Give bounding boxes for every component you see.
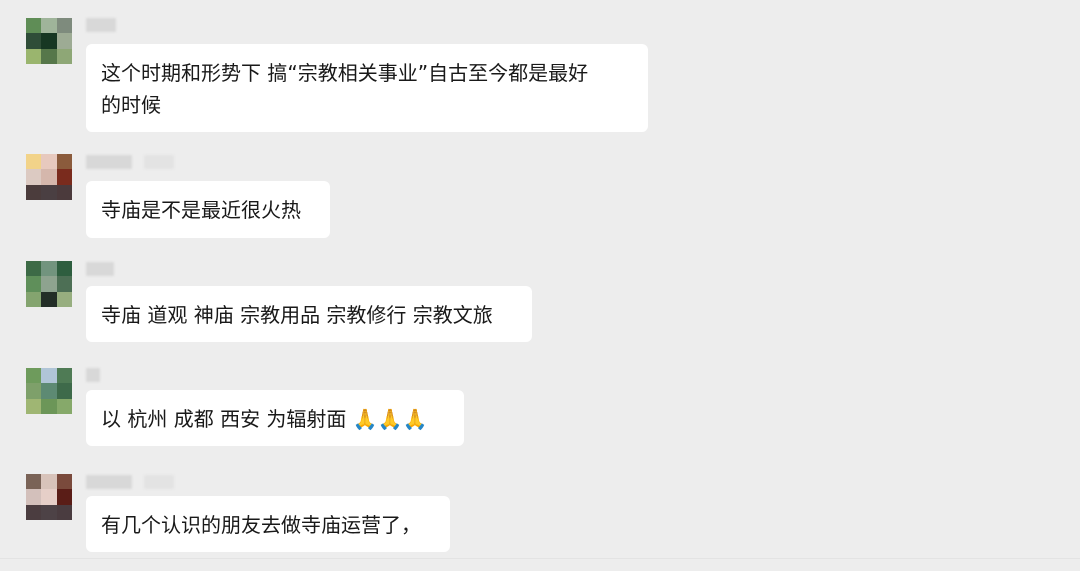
message-bubble[interactable]: 有几个认识的朋友去做寺庙运营了， [86,496,450,552]
sender-name-blurred [86,18,116,32]
avatar[interactable] [26,474,72,520]
sender-name-blurred [86,475,174,489]
sender-name-blurred [86,262,114,276]
divider [0,558,1080,559]
chat-window: 这个时期和形势下 搞“宗教相关事业”自古至今都是最好 的时候 寺庙是不是最近很火… [0,0,1080,571]
avatar[interactable] [26,154,72,200]
avatar[interactable] [26,261,72,307]
sender-name-blurred [86,155,174,169]
message-bubble[interactable]: 寺庙 道观 神庙 宗教用品 宗教修行 宗教文旅 [86,286,532,342]
sender-name-blurred [86,368,100,382]
message-bubble[interactable]: 寺庙是不是最近很火热 [86,181,330,238]
avatar[interactable] [26,18,72,64]
message-bubble[interactable]: 这个时期和形势下 搞“宗教相关事业”自古至今都是最好 的时候 [86,44,648,132]
message-bubble[interactable]: 以 杭州 成都 西安 为辐射面 🙏🙏🙏 [86,390,464,446]
avatar[interactable] [26,368,72,414]
